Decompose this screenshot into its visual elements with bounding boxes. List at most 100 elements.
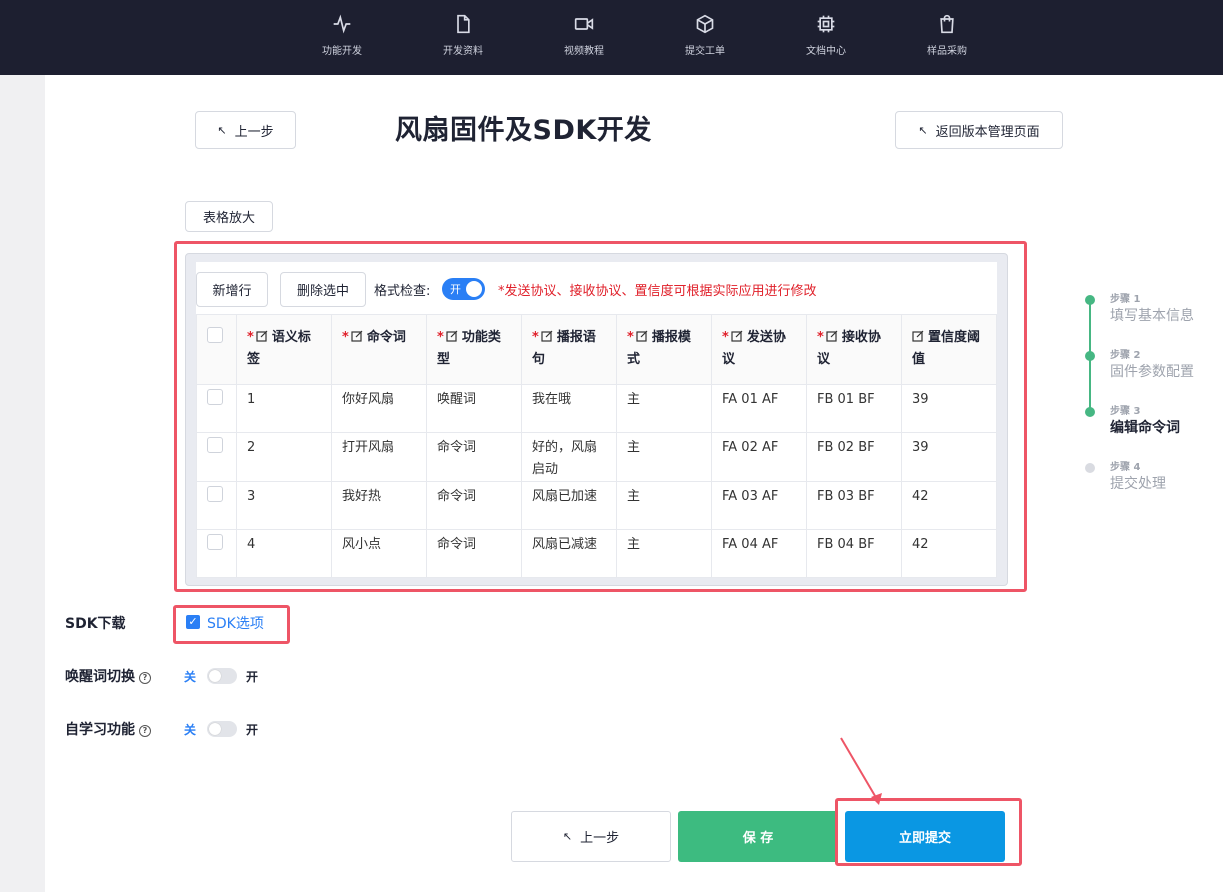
- table-cell[interactable]: 42: [901, 529, 997, 578]
- sdk-option-label[interactable]: SDK选项: [207, 613, 264, 633]
- table-row: 3 我好热 命令词 风扇已加速 主 FA 03 AF FB 03 BF 42: [196, 481, 997, 530]
- header-prev-step-button[interactable]: ↖ 上一步: [195, 111, 296, 149]
- delete-selected-button[interactable]: 删除选中: [280, 272, 366, 307]
- table-cell[interactable]: FB 04 BF: [806, 529, 902, 578]
- footer-prev-step-button[interactable]: ↖ 上一步: [511, 811, 671, 862]
- self-learning-toggle[interactable]: [207, 721, 237, 737]
- column-header-label: 命令词: [366, 330, 406, 345]
- sdk-download-label: SDK下载: [65, 616, 126, 632]
- file-icon: [457, 14, 470, 34]
- edit-icon: [446, 330, 458, 342]
- nav-item-video-tutorials[interactable]: 视频教程: [544, 14, 624, 57]
- table-cell[interactable]: 3: [236, 481, 332, 530]
- table-cell[interactable]: 1: [236, 384, 332, 433]
- self-learning-label: 自学习功能?: [65, 719, 151, 739]
- table-cell[interactable]: FA 04 AF: [711, 529, 807, 578]
- row-checkbox[interactable]: [207, 486, 223, 502]
- table-cell[interactable]: 好的，风扇启动: [521, 432, 617, 482]
- wake-switch-toggle[interactable]: [207, 668, 237, 684]
- table-cell[interactable]: 我在哦: [521, 384, 617, 433]
- table-header-row: * 语义标签 * 命令词 * 功能类型 * 播报语句 * 播报模式 * 发送协议 * 接收协议…: [196, 314, 997, 385]
- table-cell[interactable]: 主: [616, 432, 712, 482]
- table-cell[interactable]: 主: [616, 384, 712, 433]
- column-header: 置信度阈值: [901, 314, 997, 385]
- table-cell[interactable]: FA 02 AF: [711, 432, 807, 482]
- row-checkbox[interactable]: [207, 389, 223, 405]
- format-check-label: 格式检查:: [374, 284, 431, 299]
- nav-item-label: 功能开发: [322, 46, 362, 57]
- table-cell[interactable]: FB 02 BF: [806, 432, 902, 482]
- table-cell[interactable]: 主: [616, 481, 712, 530]
- nav-item-feature-dev[interactable]: 功能开发: [302, 14, 382, 57]
- table-cell[interactable]: 39: [901, 432, 997, 482]
- command-table: * 语义标签 * 命令词 * 功能类型 * 播报语句 * 播报模式 * 发送协议 * 接收协议…: [196, 314, 997, 578]
- table-cell[interactable]: 命令词: [426, 529, 522, 578]
- row-select-cell: [196, 384, 237, 433]
- page-title: 风扇固件及SDK开发: [395, 115, 652, 146]
- table-cell[interactable]: 4: [236, 529, 332, 578]
- edit-icon: [351, 330, 363, 342]
- table-cell[interactable]: 命令词: [426, 432, 522, 482]
- video-icon: [574, 18, 594, 30]
- table-cell[interactable]: 唤醒词: [426, 384, 522, 433]
- top-navigation-bar: 功能开发 开发资料 视频教程 提交工单 文档中心 样品采购: [0, 0, 1223, 75]
- required-mark: *: [722, 330, 729, 345]
- table-cell[interactable]: 39: [901, 384, 997, 433]
- table-cell[interactable]: 2: [236, 432, 332, 482]
- table-cell[interactable]: FA 01 AF: [711, 384, 807, 433]
- step-3-number: 步骤 3: [1110, 406, 1141, 417]
- row-checkbox[interactable]: [207, 534, 223, 550]
- table-cell[interactable]: 你好风扇: [331, 384, 427, 433]
- back-to-version-management-button[interactable]: ↖ 返回版本管理页面: [895, 111, 1063, 149]
- table-cell[interactable]: 42: [901, 481, 997, 530]
- required-mark: *: [627, 330, 634, 345]
- edit-icon: [826, 330, 838, 342]
- nav-item-sample-purchase[interactable]: 样品采购: [907, 14, 987, 57]
- arrow-up-left-icon: ↖: [918, 123, 928, 137]
- help-icon[interactable]: ?: [139, 672, 151, 684]
- step-4-dot: [1085, 463, 1095, 473]
- toggle-text: 开: [450, 283, 461, 296]
- wake-switch-label: 唤醒词切换?: [65, 666, 151, 686]
- row-select-cell: [196, 432, 237, 482]
- format-check-toggle[interactable]: 开: [442, 278, 485, 300]
- column-header: * 发送协议: [711, 314, 807, 385]
- box-icon: [696, 14, 714, 34]
- table-cell[interactable]: 打开风扇: [331, 432, 427, 482]
- check-icon: ✓: [188, 615, 198, 628]
- step-2-name: 固件参数配置: [1110, 364, 1194, 380]
- add-row-button[interactable]: 新增行: [196, 272, 268, 307]
- button-label: 上一步: [234, 124, 274, 140]
- step-1-dot: [1085, 295, 1095, 305]
- submit-now-button[interactable]: 立即提交: [845, 811, 1005, 862]
- table-cell[interactable]: FB 03 BF: [806, 481, 902, 530]
- toggle-knob: [209, 670, 221, 682]
- row-checkbox[interactable]: [207, 437, 223, 453]
- nav-item-submit-ticket[interactable]: 提交工单: [665, 14, 745, 57]
- sdk-option-checkbox[interactable]: ✓: [186, 615, 200, 629]
- enlarge-table-button[interactable]: 表格放大: [185, 201, 273, 232]
- table-cell[interactable]: 主: [616, 529, 712, 578]
- nav-item-label: 提交工单: [685, 46, 725, 57]
- table-cell[interactable]: 命令词: [426, 481, 522, 530]
- nav-item-label: 样品采购: [927, 46, 967, 57]
- table-row: 1 你好风扇 唤醒词 我在哦 主 FA 01 AF FB 01 BF 39: [196, 384, 997, 433]
- save-button[interactable]: 保 存: [678, 811, 838, 862]
- table-cell[interactable]: 风扇已减速: [521, 529, 617, 578]
- nav-item-dev-docs[interactable]: 开发资料: [423, 14, 503, 57]
- toggle-knob: [466, 281, 482, 297]
- required-mark: *: [532, 330, 539, 345]
- table-cell[interactable]: 我好热: [331, 481, 427, 530]
- self-learning-label-text: 自学习功能: [65, 722, 135, 738]
- step-4-name: 提交处理: [1110, 476, 1166, 492]
- column-header: * 功能类型: [426, 314, 522, 385]
- table-cell[interactable]: 风扇已加速: [521, 481, 617, 530]
- table-cell[interactable]: FB 01 BF: [806, 384, 902, 433]
- help-icon[interactable]: ?: [139, 725, 151, 737]
- edit-icon: [636, 330, 648, 342]
- nav-item-doc-center[interactable]: 文档中心: [786, 14, 866, 57]
- table-cell[interactable]: FA 03 AF: [711, 481, 807, 530]
- button-label: 上一步: [580, 831, 620, 846]
- table-cell[interactable]: 风小点: [331, 529, 427, 578]
- select-all-checkbox[interactable]: [207, 327, 223, 343]
